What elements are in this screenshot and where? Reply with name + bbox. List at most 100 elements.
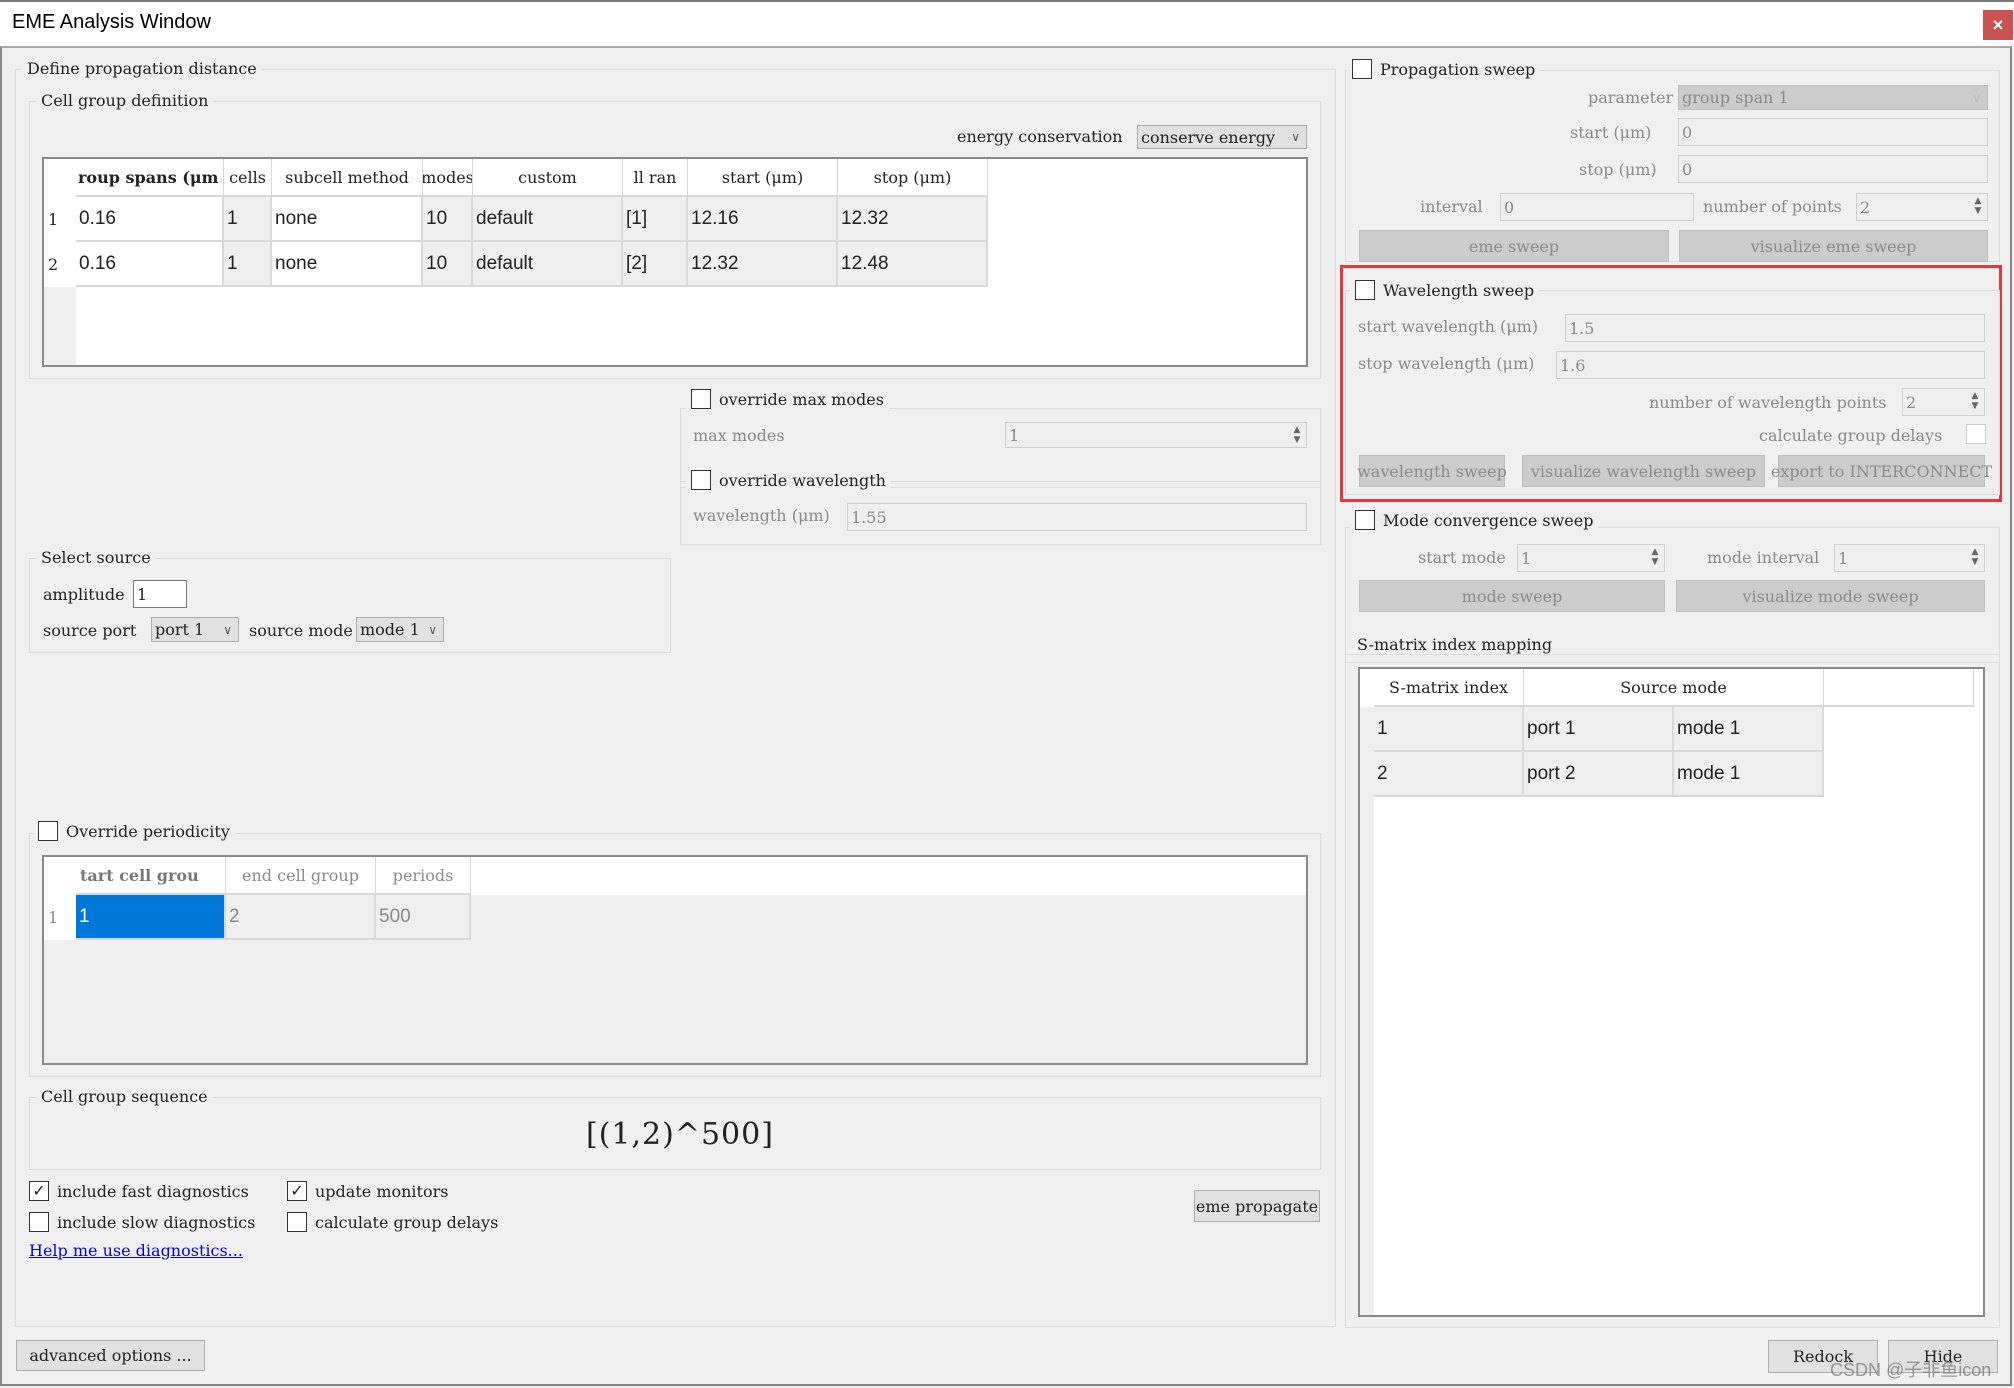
source-port-select[interactable]: port 1 ∨ (151, 617, 239, 642)
amplitude-input[interactable]: 1 (133, 580, 187, 608)
column-header[interactable]: custom (473, 159, 623, 197)
sweep-start-label: start (μm) (1570, 123, 1652, 142)
number-of-points-spinbox[interactable]: 2 ▲ ▼ (1856, 193, 1988, 221)
column-header[interactable]: S-matrix index (1374, 669, 1524, 707)
wavelength-sweep-checkbox[interactable] (1355, 280, 1375, 300)
table-cell[interactable]: [2] (623, 242, 688, 287)
column-header[interactable]: ll ran (623, 159, 688, 197)
column-header[interactable]: subcell method (272, 159, 423, 197)
table-cell[interactable]: 12.16 (688, 197, 838, 242)
window-title: EME Analysis Window (12, 11, 211, 33)
parameter-value: group span 1 (1682, 88, 1789, 107)
column-header[interactable]: tart cell grou (76, 857, 226, 895)
table-cell[interactable]: 1 (224, 242, 272, 287)
calculate-group-delays-checkbox[interactable] (287, 1212, 307, 1232)
fast-diagnostics-row[interactable]: ✓ include fast diagnostics (29, 1181, 249, 1201)
periodicity-header: Override periodicity (33, 821, 235, 841)
parameter-select[interactable]: group span 1 ∨ (1678, 85, 1988, 110)
table-cell[interactable]: 1 (224, 197, 272, 242)
table-cell[interactable]: mode 1 (1674, 707, 1824, 752)
table-cell[interactable]: default (473, 242, 623, 287)
column-header[interactable]: modes (423, 159, 473, 197)
source-mode-select[interactable]: mode 1 ∨ (356, 617, 444, 642)
column-header[interactable]: start (μm) (688, 159, 838, 197)
table-cell[interactable]: 2 (1374, 752, 1524, 797)
spin-arrows-icon[interactable]: ▲ ▼ (1968, 547, 1982, 567)
start-wavelength-input[interactable]: 1.5 (1565, 314, 1985, 342)
override-wavelength-checkbox[interactable] (691, 470, 711, 490)
column-header[interactable]: end cell group (226, 857, 376, 895)
table-cell[interactable]: none (272, 197, 423, 242)
mode-interval-spinbox[interactable]: 1 ▲ ▼ (1834, 544, 1985, 572)
export-interconnect-button[interactable]: export to INTERCONNECT (1771, 455, 1992, 487)
help-diagnostics-link[interactable]: Help me use diagnostics... (29, 1241, 243, 1260)
include-slow-diagnostics-checkbox[interactable] (29, 1212, 49, 1232)
mode-sweep-checkbox[interactable] (1355, 510, 1375, 530)
wavelength-sweep-label: Wavelength sweep (1383, 280, 1535, 300)
table-cell[interactable]: 0.16 (76, 242, 224, 287)
group-delays-row[interactable]: calculate group delays (287, 1212, 498, 1232)
table-cell[interactable]: 500 (376, 895, 471, 940)
update-monitors-checkbox[interactable]: ✓ (287, 1181, 307, 1201)
table-cell[interactable]: [1] (623, 197, 688, 242)
stop-wavelength-input[interactable]: 1.6 (1556, 351, 1985, 379)
table-cell[interactable]: default (473, 197, 623, 242)
row-header[interactable]: 2 (44, 242, 76, 287)
amplitude-label: amplitude (43, 585, 125, 604)
cell-group-table[interactable]: roup spans (μm cells subcell method modes cu… (42, 157, 1308, 367)
close-button[interactable]: × (1983, 10, 2013, 40)
table-cell[interactable]: 0.16 (76, 197, 224, 242)
column-header[interactable]: roup spans (μm (76, 159, 224, 197)
start-mode-spinbox[interactable]: 1 ▲ ▼ (1517, 544, 1665, 572)
column-header-empty (1824, 669, 1974, 707)
spin-arrows-icon[interactable]: ▲ ▼ (1968, 391, 1982, 411)
energy-conservation-select[interactable]: conserve energy ∨ (1137, 125, 1307, 149)
table-cell[interactable]: 12.48 (838, 242, 988, 287)
table-cell[interactable]: 1 (1374, 707, 1524, 752)
propagation-sweep-checkbox[interactable] (1352, 59, 1372, 79)
eme-propagate-button[interactable]: eme propagate (1194, 1190, 1320, 1222)
smatrix-table[interactable]: S-matrix index Source mode 1 port 1 mode 1 2p… (1358, 667, 1985, 1317)
update-monitors-label: update monitors (315, 1181, 449, 1201)
row-header-filler (44, 287, 76, 365)
visualize-eme-sweep-button[interactable]: visualize eme sweep (1679, 230, 1988, 262)
override-max-modes-checkbox[interactable] (691, 389, 711, 409)
visualize-wavelength-sweep-button[interactable]: visualize wavelength sweep (1522, 455, 1765, 487)
max-modes-spinbox[interactable]: 1 ▲ ▼ (1005, 422, 1307, 448)
table-cell[interactable]: mode 1 (1674, 752, 1824, 797)
interval-input[interactable]: 0 (1500, 193, 1694, 221)
spin-arrows-icon[interactable]: ▲ ▼ (1290, 425, 1304, 445)
include-fast-diagnostics-checkbox[interactable]: ✓ (29, 1181, 49, 1201)
row-header[interactable]: 1 (44, 895, 76, 940)
wavelength-sweep-button[interactable]: wavelength sweep (1357, 455, 1507, 487)
slow-diagnostics-row[interactable]: include slow diagnostics (29, 1212, 255, 1232)
visualize-mode-sweep-button[interactable]: visualize mode sweep (1676, 580, 1985, 612)
eme-sweep-button[interactable]: eme sweep (1359, 230, 1669, 262)
column-header[interactable]: Source mode (1524, 669, 1824, 707)
spin-arrows-icon[interactable]: ▲ ▼ (1648, 547, 1662, 567)
periodicity-table[interactable]: tart cell grou end cell group periods 1 1 2 50… (42, 855, 1308, 1065)
advanced-options-button[interactable]: advanced options ... (16, 1340, 205, 1371)
column-header[interactable]: cells (224, 159, 272, 197)
table-cell[interactable]: 10 (423, 242, 473, 287)
wavelength-points-spinbox[interactable]: 2 ▲ ▼ (1902, 388, 1985, 416)
table-cell[interactable]: 10 (423, 197, 473, 242)
table-cell[interactable]: none (272, 242, 423, 287)
table-cell[interactable]: 2 (226, 895, 376, 940)
override-periodicity-checkbox[interactable] (38, 821, 58, 841)
mode-sweep-button[interactable]: mode sweep (1359, 580, 1665, 612)
sweep-stop-input[interactable]: 0 (1678, 155, 1988, 183)
row-header[interactable]: 1 (44, 197, 76, 242)
column-header[interactable]: stop (μm) (838, 159, 988, 197)
table-cell[interactable]: port 1 (1524, 707, 1674, 752)
column-header[interactable]: periods (376, 857, 471, 895)
wavelength-group-delays-checkbox[interactable] (1966, 424, 1986, 444)
table-cell[interactable]: port 2 (1524, 752, 1674, 797)
update-monitors-row[interactable]: ✓ update monitors (287, 1181, 448, 1201)
table-cell[interactable]: 12.32 (688, 242, 838, 287)
wavelength-input[interactable]: 1.55 (847, 503, 1307, 531)
table-cell[interactable]: 12.32 (838, 197, 988, 242)
sweep-start-input[interactable]: 0 (1678, 118, 1988, 146)
spin-arrows-icon[interactable]: ▲ ▼ (1971, 196, 1985, 216)
table-cell-selected[interactable]: 1 (76, 895, 226, 940)
